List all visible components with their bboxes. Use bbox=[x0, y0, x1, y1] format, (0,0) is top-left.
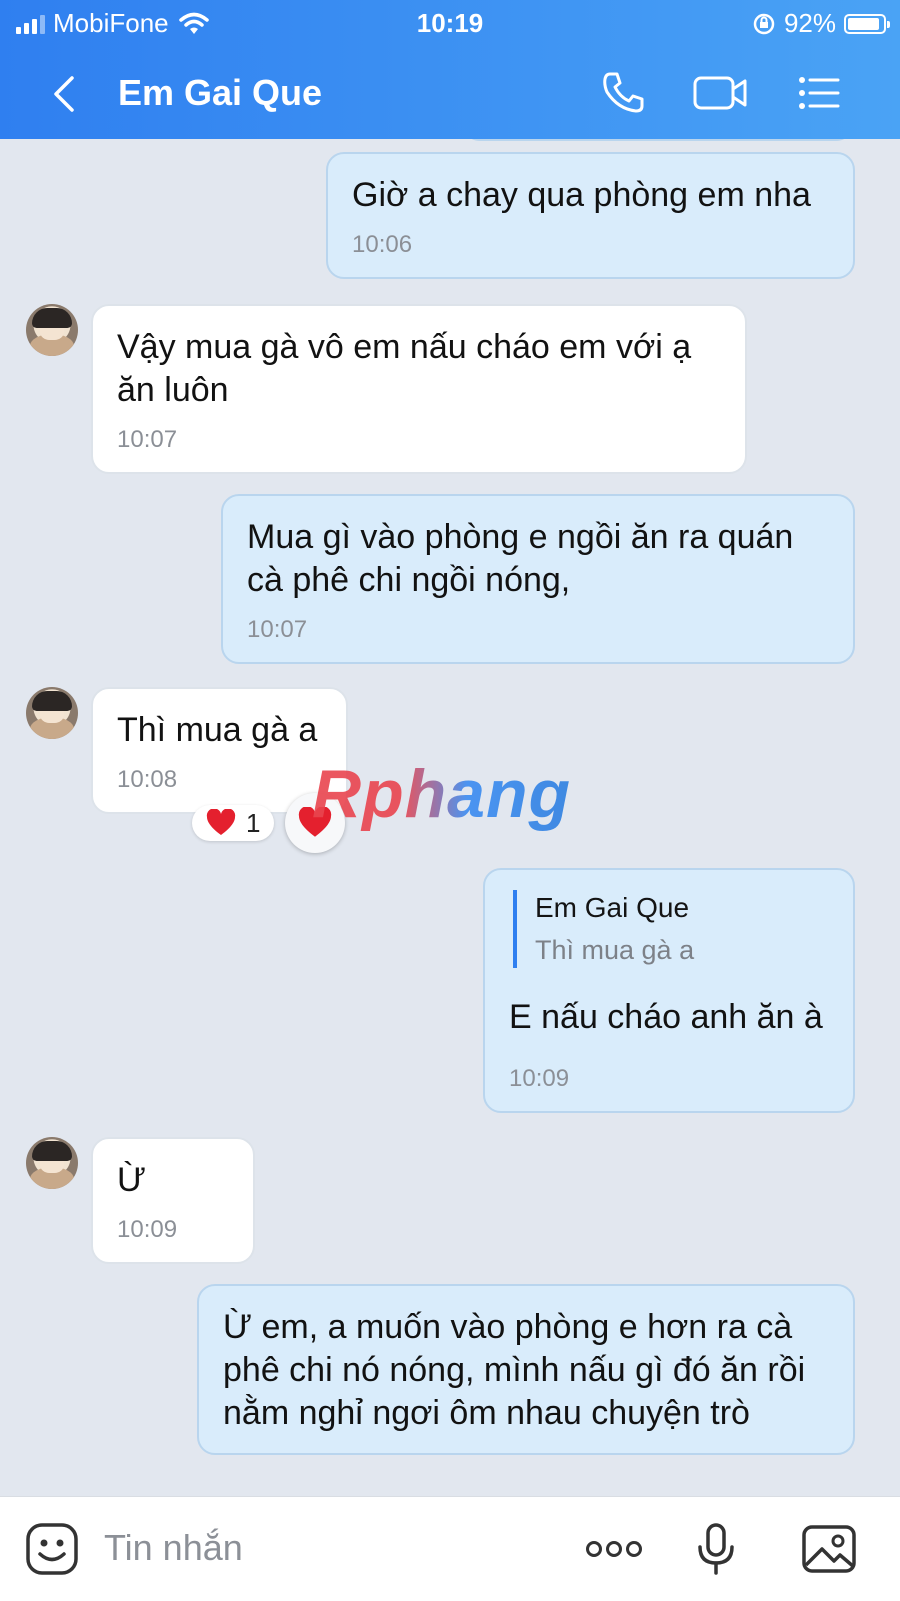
more-icon[interactable] bbox=[584, 1521, 644, 1577]
heart-icon bbox=[206, 809, 236, 835]
message-time: 10:06 bbox=[352, 231, 413, 258]
orientation-lock-icon bbox=[753, 13, 775, 34]
phone-icon[interactable] bbox=[598, 68, 648, 118]
message-text: Ừ em, a muốn vào phòng e hơn ra cà phê c… bbox=[223, 1308, 806, 1432]
message-list[interactable]: Giờ a chay qua phòng em nha 10:06 Vậy mu… bbox=[0, 139, 900, 1496]
message-time: 10:09 bbox=[117, 1216, 178, 1243]
message-input-bar: Tin nhắn bbox=[0, 1496, 900, 1601]
quoted-message[interactable]: Em Gai Que Thì mua gà a bbox=[513, 890, 829, 968]
message-text: Vậy mua gà vô em nấu cháo em với ạ ăn lu… bbox=[117, 328, 692, 409]
conversation-title[interactable]: Em Gai Que bbox=[118, 72, 322, 114]
message-text: E nấu cháo anh ăn à bbox=[509, 998, 823, 1036]
message-time: 10:09 bbox=[509, 1065, 570, 1092]
message-bubble-sent[interactable]: Mua gì vào phòng e ngồi ăn ra quán cà ph… bbox=[221, 494, 855, 664]
battery-status: 92% bbox=[752, 8, 890, 39]
message-bubble-received[interactable]: Vậy mua gà vô em nấu cháo em với ạ ăn lu… bbox=[91, 304, 747, 474]
menu-icon[interactable] bbox=[794, 68, 844, 118]
watermark: Rphang bbox=[312, 756, 572, 832]
quote-sender: Em Gai Que bbox=[535, 892, 690, 923]
contact-avatar[interactable] bbox=[26, 304, 78, 356]
message-time: 10:07 bbox=[117, 426, 178, 453]
battery-icon bbox=[844, 13, 890, 34]
back-icon[interactable] bbox=[44, 72, 84, 116]
message-text: Mua gì vào phòng e ngồi ăn ra quán cà ph… bbox=[247, 518, 794, 599]
message-time: 10:07 bbox=[247, 616, 308, 643]
nav-bar: Em Gai Que bbox=[0, 60, 900, 130]
message-bubble-partial[interactable] bbox=[462, 139, 854, 141]
message-bubble-received[interactable]: Ừ 10:09 bbox=[91, 1137, 255, 1264]
message-bubble-sent[interactable]: Em Gai Que Thì mua gà a E nấu cháo anh ă… bbox=[483, 868, 855, 1113]
quote-text: Thì mua gà a bbox=[535, 935, 695, 965]
contact-avatar[interactable] bbox=[26, 687, 78, 739]
status-bar: MobiFone 10:19 92% bbox=[0, 0, 900, 46]
microphone-icon[interactable] bbox=[688, 1521, 744, 1577]
message-input[interactable]: Tin nhắn bbox=[104, 1527, 243, 1569]
message-bubble-sent[interactable]: Giờ a chay qua phòng em nha 10:06 bbox=[326, 152, 855, 279]
reaction-summary[interactable]: 1 bbox=[192, 805, 275, 841]
chat-header: MobiFone 10:19 92% Em Gai Que bbox=[0, 0, 900, 139]
message-time: 10:08 bbox=[117, 766, 178, 793]
message-text: Ừ bbox=[117, 1161, 147, 1199]
emoji-icon[interactable] bbox=[24, 1521, 80, 1577]
image-icon[interactable] bbox=[800, 1521, 858, 1577]
message-bubble-sent[interactable]: Ừ em, a muốn vào phòng e hơn ra cà phê c… bbox=[197, 1284, 855, 1455]
message-text: Thì mua gà a bbox=[117, 711, 318, 749]
reaction-count: 1 bbox=[246, 807, 261, 838]
contact-avatar[interactable] bbox=[26, 1137, 78, 1189]
video-call-icon[interactable] bbox=[692, 68, 748, 118]
battery-percent: 92% bbox=[783, 8, 836, 38]
message-text: Giờ a chay qua phòng em nha bbox=[352, 176, 811, 214]
